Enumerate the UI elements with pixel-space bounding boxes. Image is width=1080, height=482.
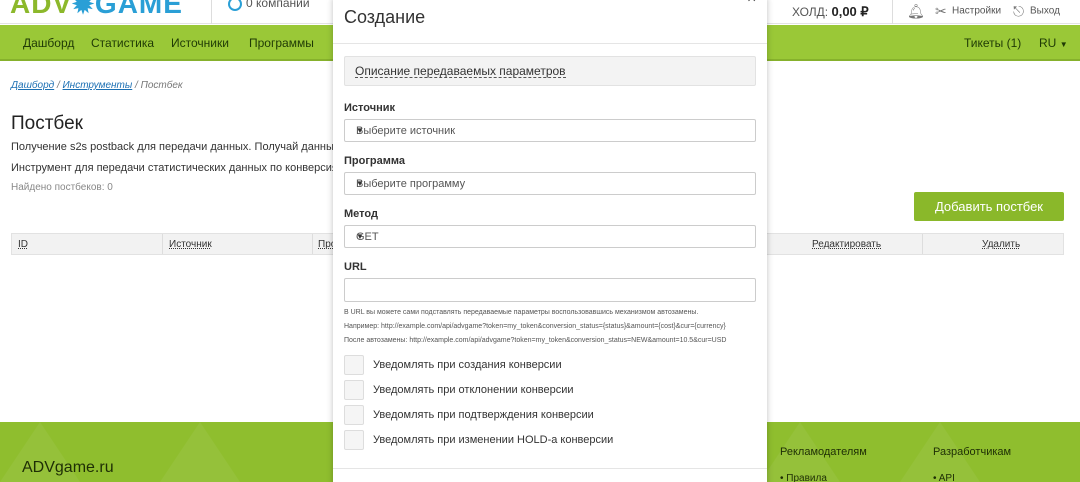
program-label: Программа [344, 155, 406, 167]
logout-icon: ⎋ [1013, 3, 1025, 19]
notify-confirm-checkbox[interactable] [344, 405, 364, 425]
notify-create-label[interactable]: Уведомлять при создания конверсии [373, 359, 562, 371]
url-hint: В URL вы можете сами подставлять передав… [344, 309, 699, 316]
modal-header-divider [333, 43, 767, 44]
notify-create-checkbox[interactable] [344, 355, 364, 375]
footer-pattern [160, 422, 240, 482]
nav-item-dashboard[interactable]: Дашборд [23, 36, 74, 50]
caret-down-icon: ▼ [356, 232, 364, 241]
notify-hold-label[interactable]: Уведомлять при изменении HOLD-а конверси… [373, 434, 613, 446]
column-header-edit[interactable]: Редактировать [812, 239, 881, 251]
footer-link-api[interactable]: • API [933, 473, 955, 482]
notifications-button[interactable]: 🔔︎ [907, 3, 925, 19]
parameters-description-link[interactable]: Описание передаваемых параметров [355, 65, 566, 78]
method-label: Метод [344, 208, 378, 220]
column-divider [312, 234, 313, 254]
url-example-result: После автозамены: http://example.com/api… [344, 337, 727, 344]
footer-link-rules[interactable]: • Правила [780, 473, 827, 482]
program-select[interactable]: Выберите программу ▼ [344, 172, 756, 195]
url-example: Например: http://example.com/api/advgame… [344, 323, 726, 330]
gear-logo-icon: ✹ [72, 0, 95, 19]
add-postback-button[interactable]: Добавить постбек [914, 192, 1064, 221]
companies-label: 0 компании [246, 0, 310, 10]
notify-hold-checkbox[interactable] [344, 430, 364, 450]
column-header-delete[interactable]: Удалить [982, 239, 1020, 251]
settings-link[interactable]: ✂ Настройки [935, 4, 1001, 18]
page-description: Получение s2s postback для передачи данн… [11, 141, 359, 153]
hold-label: ХОЛД: [792, 5, 829, 19]
company-icon [228, 0, 242, 11]
postback-count: Найдено постбеков: 0 [11, 182, 113, 193]
modal-title: Создание [344, 7, 426, 27]
footer-link-rules-label: Правила [786, 473, 827, 482]
create-postback-modal: Создание × Описание передаваемых парамет… [333, 0, 767, 482]
footer-link-api-label: API [938, 473, 955, 482]
method-select[interactable]: GET ▼ [344, 225, 756, 248]
logout-label: Выход [1030, 5, 1060, 17]
column-header-source[interactable]: Источник [169, 239, 212, 251]
page-title: Постбек [11, 113, 83, 134]
bell-icon: 🔔︎ [907, 3, 925, 19]
logout-link[interactable]: ⎋ Выход [1013, 4, 1060, 18]
breadcrumb-tools[interactable]: Инструменты [63, 80, 133, 91]
notify-reject-checkbox[interactable] [344, 380, 364, 400]
language-label: RU [1039, 36, 1057, 50]
chevron-down-icon: ▼ [1059, 40, 1068, 49]
nav-item-tickets[interactable]: Тикеты (1) [964, 36, 1021, 50]
settings-label: Настройки [952, 5, 1002, 17]
logo[interactable]: ADV✹GAME [10, 0, 183, 20]
logo-game-text: GAME [94, 0, 183, 19]
column-divider [162, 234, 163, 254]
breadcrumb: Дашборд / Инструменты / Постбек [11, 80, 183, 91]
footer-heading-developers: Разработчикам [933, 446, 1012, 458]
page-description-secondary: Инструмент для передачи статистических д… [11, 162, 354, 174]
divider [211, 0, 212, 24]
nav-item-programs[interactable]: Программы [249, 36, 314, 50]
source-label: Источник [344, 102, 396, 114]
url-label: URL [344, 261, 367, 273]
parameters-info-box: Описание передаваемых параметров [344, 56, 756, 86]
nav-item-statistics[interactable]: Статистика [91, 36, 154, 50]
source-select[interactable]: Выберите источник ▼ [344, 119, 756, 142]
tools-icon: ✂ [935, 3, 947, 19]
companies-link[interactable]: 0 компании [228, 0, 310, 11]
breadcrumb-current: Постбек [140, 80, 183, 91]
caret-down-icon: ▼ [356, 179, 364, 188]
hold-balance: ХОЛД: 0,00 ₽ [792, 4, 869, 20]
footer-brand: ADVgame.ru [22, 459, 114, 476]
footer-heading-advertisers: Рекламодателям [780, 446, 867, 458]
language-select[interactable]: RU ▼ [1039, 36, 1068, 50]
nav-item-sources[interactable]: Источники [171, 36, 229, 50]
caret-down-icon: ▼ [356, 126, 364, 135]
url-input[interactable] [344, 278, 756, 302]
breadcrumb-dashboard[interactable]: Дашборд [11, 80, 54, 91]
hold-value: 0,00 ₽ [831, 4, 869, 19]
notify-reject-label[interactable]: Уведомлять при отклонении конверсии [373, 384, 574, 396]
modal-footer-divider [333, 468, 767, 469]
notify-confirm-label[interactable]: Уведомлять при подтверждения конверсии [373, 409, 594, 421]
column-header-id[interactable]: ID [18, 239, 28, 251]
logo-adv-text: ADV [10, 0, 73, 19]
divider [892, 0, 893, 24]
column-divider [922, 234, 923, 254]
close-icon[interactable]: × [747, 0, 756, 8]
